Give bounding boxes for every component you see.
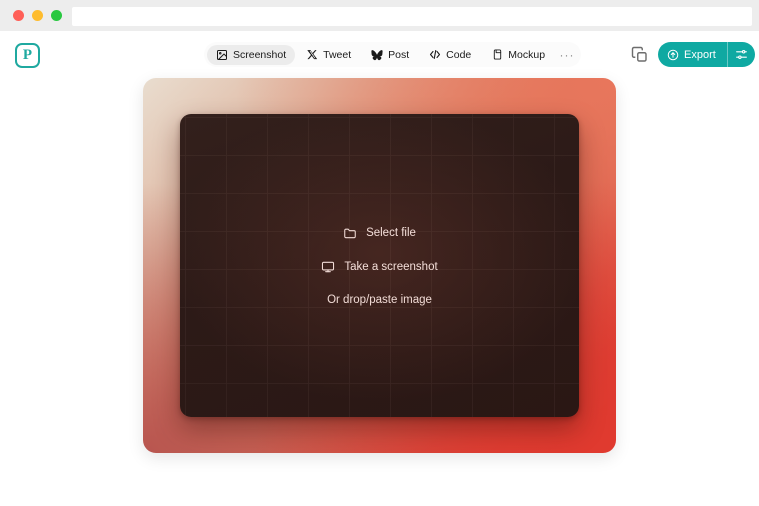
monitor-icon xyxy=(321,260,335,274)
app-logo[interactable]: P xyxy=(15,43,40,68)
maximize-window-button[interactable] xyxy=(51,10,62,21)
canvas-gradient-backdrop: Select file Take a screenshot Or drop/pa… xyxy=(143,78,616,453)
close-window-button[interactable] xyxy=(13,10,24,21)
take-screenshot-label: Take a screenshot xyxy=(344,260,438,273)
image-icon xyxy=(216,49,228,61)
drop-actions: Select file Take a screenshot Or drop/pa… xyxy=(180,114,579,417)
tab-post[interactable]: Post xyxy=(362,45,418,65)
tab-post-label: Post xyxy=(388,48,410,61)
x-twitter-icon xyxy=(306,49,318,61)
more-options-label: ··· xyxy=(559,47,575,62)
tab-tweet-label: Tweet xyxy=(323,48,352,61)
drop-paste-hint: Or drop/paste image xyxy=(327,293,432,306)
tab-mockup-label: Mockup xyxy=(508,48,546,61)
tab-code-label: Code xyxy=(446,48,472,61)
copy-button[interactable] xyxy=(631,46,649,64)
browser-titlebar xyxy=(0,0,759,31)
export-button-label: Export xyxy=(684,48,716,61)
tab-tweet[interactable]: Tweet xyxy=(297,45,360,65)
export-button-group: Export xyxy=(658,42,755,67)
code-brackets-icon xyxy=(429,49,441,61)
folder-icon xyxy=(343,226,357,240)
minimize-window-button[interactable] xyxy=(32,10,43,21)
bluesky-butterfly-icon xyxy=(371,49,383,61)
app-logo-letter: P xyxy=(22,47,33,63)
tab-mockup[interactable]: Mockup xyxy=(482,45,554,65)
browser-window: P Screenshot Tweet Post Code Mockup ··· … xyxy=(0,0,759,506)
select-file-label: Select file xyxy=(366,226,416,239)
image-drop-panel[interactable]: Select file Take a screenshot Or drop/pa… xyxy=(180,114,579,417)
more-options-button[interactable]: ··· xyxy=(556,45,578,65)
export-settings-button[interactable] xyxy=(726,42,755,67)
tab-screenshot-label: Screenshot xyxy=(233,48,287,61)
tab-code[interactable]: Code xyxy=(420,45,480,65)
select-file-button[interactable]: Select file xyxy=(343,226,416,240)
export-button[interactable]: Export xyxy=(658,42,727,67)
address-bar[interactable] xyxy=(72,7,752,26)
take-screenshot-button[interactable]: Take a screenshot xyxy=(321,260,438,274)
device-mockup-icon xyxy=(491,49,503,61)
export-circle-arrow-icon xyxy=(667,49,679,61)
traffic-lights xyxy=(13,10,62,21)
tab-screenshot[interactable]: Screenshot xyxy=(207,44,296,65)
mode-tab-group: Screenshot Tweet Post Code Mockup ··· xyxy=(204,42,582,67)
